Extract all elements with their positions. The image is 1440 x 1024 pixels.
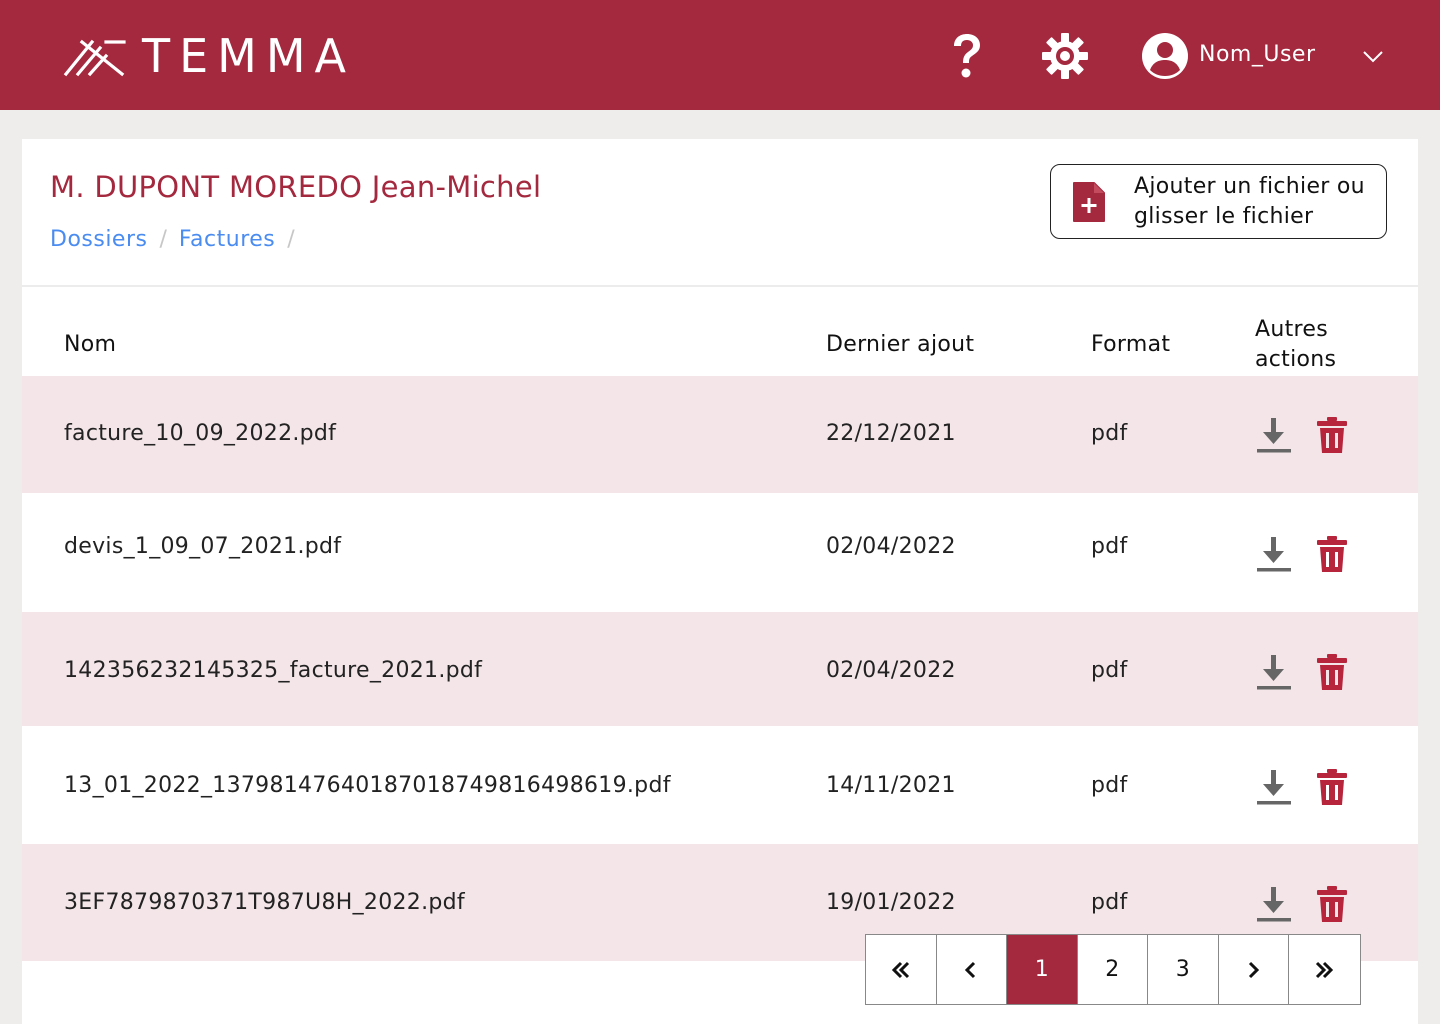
user-avatar-icon[interactable] [1141,32,1189,80]
column-header-nom[interactable]: Nom [64,330,116,360]
download-icon[interactable] [1256,653,1292,691]
temma-logo-icon [63,39,126,77]
column-header-autres-actions: Autres actions [1255,317,1337,372]
page-button-3[interactable]: 3 [1148,935,1219,1004]
first-page-button[interactable] [866,935,937,1004]
file-date: 02/04/2022 [826,658,956,683]
file-name[interactable]: facture_10_09_2022.pdf [64,419,336,449]
file-date: 02/04/2022 [826,534,956,559]
help-icon[interactable] [948,32,986,80]
file-name[interactable]: 142356232145325_facture_2021.pdf [64,656,482,686]
file-name[interactable]: 13_01_2022_13798147640187018749816498619… [64,771,671,801]
file-format: pdf [1091,773,1128,798]
brand-name: TEMMA [142,29,356,83]
previous-page-button[interactable] [936,935,1007,1004]
file-name[interactable]: devis_1_09_07_2021.pdf [64,532,341,562]
file-date: 22/12/2021 [826,421,956,446]
chevron-left-icon [965,961,976,978]
pagination: 1 2 3 [865,934,1361,1005]
file-format: pdf [1091,890,1128,915]
table-row: 142356232145325_facture_2021.pdf 02/04/2… [22,612,1418,726]
chevron-right-icon [1249,961,1260,978]
files-card: M. DUPONT MOREDO Jean-Michel Dossiers / … [22,139,1418,1024]
trash-icon[interactable] [1316,653,1348,691]
top-bar: TEMMA Nom_User [0,0,1440,110]
chevron-down-icon[interactable] [1362,48,1384,64]
table-header: Nom Dernier ajout Format Autres actions [22,287,1418,376]
file-name[interactable]: 3EF7879870371T987U8H_2022.pdf [64,888,465,918]
file-add-icon [1073,182,1105,222]
table-row: devis_1_09_07_2021.pdf 02/04/2022 pdf [22,493,1418,612]
last-page-button[interactable] [1289,935,1360,1004]
breadcrumb-separator: / [159,227,167,252]
trash-icon[interactable] [1316,535,1348,573]
next-page-button[interactable] [1218,935,1289,1004]
table-row: 13_01_2022_13798147640187018749816498619… [22,726,1418,844]
file-date: 19/01/2022 [826,890,956,915]
brand-logo[interactable]: TEMMA [62,29,356,83]
breadcrumb-separator: / [287,227,295,252]
breadcrumb-dossiers[interactable]: Dossiers [50,225,147,255]
download-icon[interactable] [1256,885,1292,923]
breadcrumb-factures[interactable]: Factures [179,225,275,255]
trash-icon[interactable] [1316,885,1348,923]
breadcrumb: Dossiers / Factures / [50,225,307,255]
page-button-2[interactable]: 2 [1077,935,1148,1004]
page-button-1[interactable]: 1 [1007,935,1078,1004]
double-chevron-right-icon [1316,961,1334,978]
page-title: M. DUPONT MOREDO Jean-Michel [50,170,542,204]
file-date: 14/11/2021 [826,773,956,798]
download-icon[interactable] [1256,768,1292,806]
file-format: pdf [1091,658,1128,683]
file-format: pdf [1091,534,1128,559]
gear-icon[interactable] [1042,33,1088,79]
username[interactable]: Nom_User [1199,40,1316,70]
download-icon[interactable] [1256,416,1292,454]
trash-icon[interactable] [1316,768,1348,806]
column-header-dernier-ajout[interactable]: Dernier ajout [826,330,974,360]
column-header-format[interactable]: Format [1091,330,1170,360]
add-file-label: Ajouter un fichier ou glisser le fichier [1134,174,1365,229]
download-icon[interactable] [1256,535,1292,573]
file-format: pdf [1091,421,1128,446]
double-chevron-left-icon [891,961,909,978]
table-row: facture_10_09_2022.pdf 22/12/2021 pdf [22,376,1418,493]
add-file-button[interactable]: Ajouter un fichier ou glisser le fichier [1050,164,1387,239]
trash-icon[interactable] [1316,416,1348,454]
